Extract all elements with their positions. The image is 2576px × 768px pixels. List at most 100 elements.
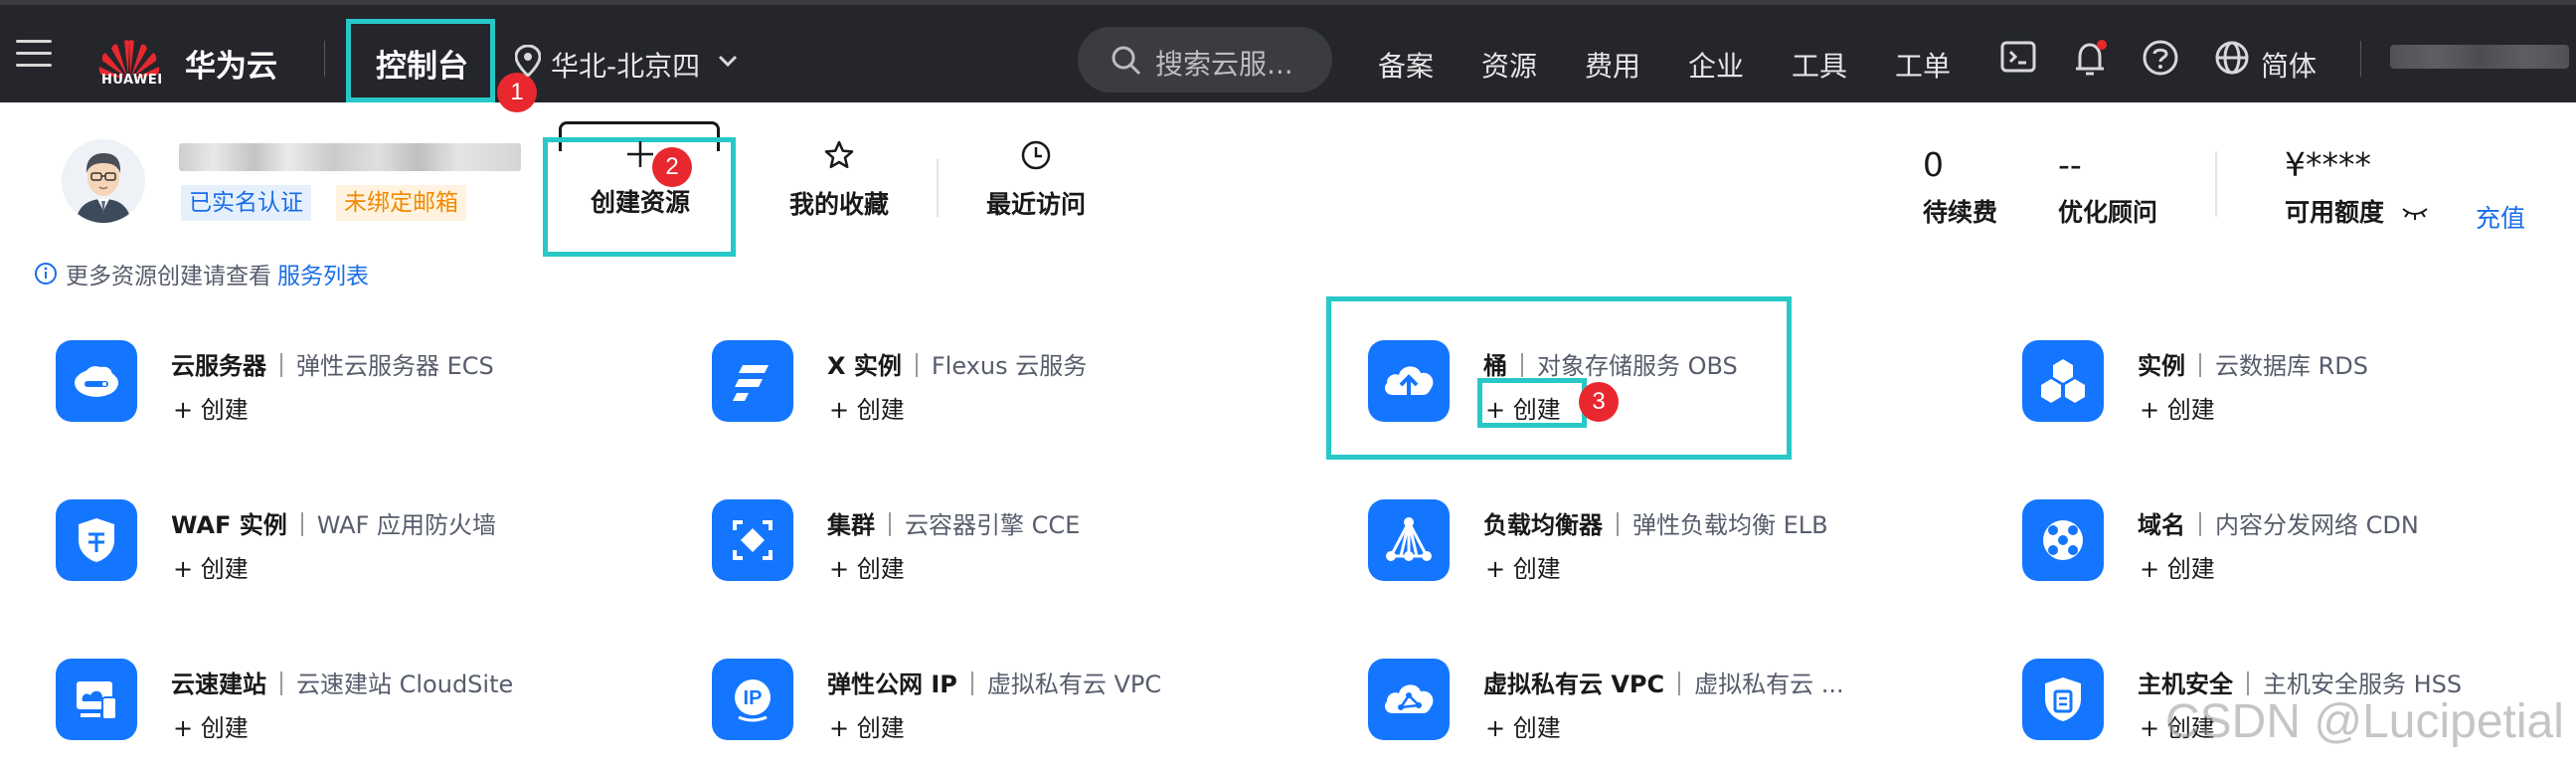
service-desc: Flexus 云服务	[931, 352, 1088, 380]
vpc-icon[interactable]	[1368, 659, 1450, 740]
search-icon	[1112, 46, 1141, 76]
service-card-vpc: 虚拟私有云 VPC 虚拟私有云 ... + 创建	[1368, 659, 1984, 768]
help-icon[interactable]	[2142, 39, 2179, 77]
cdn-icon[interactable]	[2022, 499, 2104, 581]
language-selector[interactable]: 简体	[2261, 45, 2317, 85]
service-name: X 实例	[827, 352, 902, 380]
step-badge-1: 1	[497, 73, 537, 112]
create-button[interactable]: + 创建	[173, 708, 249, 743]
info-icon	[35, 263, 57, 285]
service-title: 实例 云数据库 RDS	[2138, 346, 2368, 381]
service-title: 云服务器 弹性云服务器 ECS	[171, 346, 494, 381]
service-name: 集群	[827, 511, 875, 539]
service-card-flexus: X 实例 Flexus 云服务 + 创建	[712, 340, 1328, 450]
renewal-label: 待续费	[1923, 198, 1998, 227]
location-pin-icon	[515, 45, 541, 77]
favorites-button[interactable]: 我的收藏	[779, 139, 899, 221]
create-button[interactable]: + 创建	[2140, 390, 2215, 425]
tip-text: 更多资源创建请查看	[66, 264, 271, 289]
service-card-cdn: 域名 内容分发网络 CDN + 创建	[2022, 499, 2576, 609]
nav-tickets[interactable]: 工单	[1895, 45, 1951, 85]
service-title: 弹性公网 IP 虚拟私有云 VPC	[827, 665, 1161, 699]
service-desc: 虚拟私有云 VPC	[986, 671, 1162, 698]
verified-tag[interactable]: 已实名认证	[181, 185, 311, 221]
service-title: 虚拟私有云 VPC 虚拟私有云 ...	[1483, 665, 1844, 699]
service-card-ecs: 云服务器 弹性云服务器 ECS + 创建	[56, 340, 672, 450]
cloudsite-icon[interactable]	[56, 659, 137, 740]
service-desc: 云容器引擎 CCE	[905, 511, 1081, 539]
tip-row: 更多资源创建请查看 服务列表	[34, 257, 369, 290]
create-button[interactable]: + 创建	[173, 390, 249, 425]
avatar[interactable]	[62, 139, 145, 223]
create-button[interactable]: + 创建	[2140, 549, 2215, 584]
recent-visits-button[interactable]: 最近访问	[976, 139, 1096, 221]
service-title: X 实例 Flexus 云服务	[827, 346, 1087, 381]
create-button[interactable]: + 创建	[1485, 549, 1561, 584]
cce-icon[interactable]	[712, 499, 793, 581]
service-title: 云速建站 云速建站 CloudSite	[171, 665, 513, 699]
service-name: WAF 实例	[171, 511, 287, 539]
avatar-image	[62, 139, 145, 223]
service-desc: 弹性云服务器 ECS	[296, 352, 494, 380]
step-badge-2: 2	[652, 147, 692, 187]
star-icon	[824, 140, 854, 169]
service-card-waf: WAF 实例 WAF 应用防火墙 + 创建	[56, 499, 672, 609]
divider	[937, 159, 939, 217]
ecs-icon[interactable]	[56, 340, 137, 422]
bell-icon[interactable]	[2072, 39, 2110, 79]
obs-create-highlight-box	[1477, 378, 1587, 428]
nav-tools[interactable]: 工具	[1792, 45, 1847, 85]
waf-shield-icon[interactable]	[56, 499, 137, 581]
account-name-redacted[interactable]	[2390, 45, 2569, 69]
service-card-elb: 负载均衡器 弹性负载均衡 ELB + 创建	[1368, 499, 1984, 609]
watermark: CSDN @Lucipetial	[2165, 695, 2564, 748]
region-selector[interactable]: 华北-北京四	[551, 45, 700, 85]
search-box[interactable]: 搜索云服...	[1078, 27, 1332, 93]
search-placeholder: 搜索云服...	[1155, 48, 1293, 81]
terminal-icon[interactable]	[2000, 39, 2036, 75]
service-card-cce: 集群 云容器引擎 CCE + 创建	[712, 499, 1328, 609]
create-button[interactable]: + 创建	[1485, 708, 1561, 743]
nav-filing[interactable]: 备案	[1378, 45, 1434, 85]
service-desc: 虚拟私有云 ...	[1694, 671, 1844, 698]
quota-stat: ¥**** 可用额度	[2285, 145, 2384, 229]
service-list-link[interactable]: 服务列表	[277, 257, 369, 290]
console-link[interactable]: 控制台	[376, 41, 468, 86]
service-title: 负载均衡器 弹性负载均衡 ELB	[1483, 505, 1828, 540]
nav-enterprise[interactable]: 企业	[1688, 45, 1744, 85]
clock-icon	[1021, 140, 1051, 170]
nav-billing[interactable]: 费用	[1585, 45, 1640, 85]
service-name: 弹性公网 IP	[827, 671, 957, 698]
flexus-icon[interactable]	[712, 340, 793, 422]
brand-name[interactable]: 华为云	[185, 41, 277, 86]
unbound-email-tag[interactable]: 未绑定邮箱	[336, 185, 466, 221]
elb-icon[interactable]	[1368, 499, 1450, 581]
service-name: 负载均衡器	[1483, 511, 1603, 539]
service-name: 虚拟私有云 VPC	[1483, 671, 1665, 698]
quota-value: ¥****	[2285, 145, 2371, 184]
rds-cubes-icon[interactable]	[2022, 340, 2104, 422]
eip-icon[interactable]: IP	[712, 659, 793, 740]
quota-label: 可用额度	[2285, 198, 2385, 227]
recharge-link[interactable]: 充值	[2476, 199, 2525, 235]
renewal-stat[interactable]: 0 待续费	[1923, 145, 1997, 229]
chevron-down-icon[interactable]	[716, 49, 740, 73]
create-button[interactable]: + 创建	[829, 708, 905, 743]
advisor-stat[interactable]: -- 优化顾问	[2058, 145, 2157, 229]
username-redacted	[179, 143, 521, 171]
create-button[interactable]: + 创建	[829, 390, 905, 425]
nav-resources[interactable]: 资源	[1481, 45, 1537, 85]
favorites-label: 我的收藏	[788, 190, 889, 219]
create-resource-label: 创建资源	[590, 188, 690, 217]
globe-icon[interactable]	[2213, 39, 2251, 77]
menu-icon[interactable]	[16, 40, 52, 70]
create-button[interactable]: + 创建	[173, 549, 249, 584]
create-resource-button[interactable]: 创建资源	[571, 139, 710, 219]
service-desc: 云数据库 RDS	[2215, 352, 2369, 380]
create-button[interactable]: + 创建	[829, 549, 905, 584]
eye-closed-icon[interactable]	[2400, 203, 2430, 223]
hss-shield-icon[interactable]	[2022, 659, 2104, 740]
service-card-cloudsite: 云速建站 云速建站 CloudSite + 创建	[56, 659, 672, 768]
recent-visits-label: 最近访问	[985, 190, 1086, 219]
service-card-rds: 实例 云数据库 RDS + 创建	[2022, 340, 2576, 450]
